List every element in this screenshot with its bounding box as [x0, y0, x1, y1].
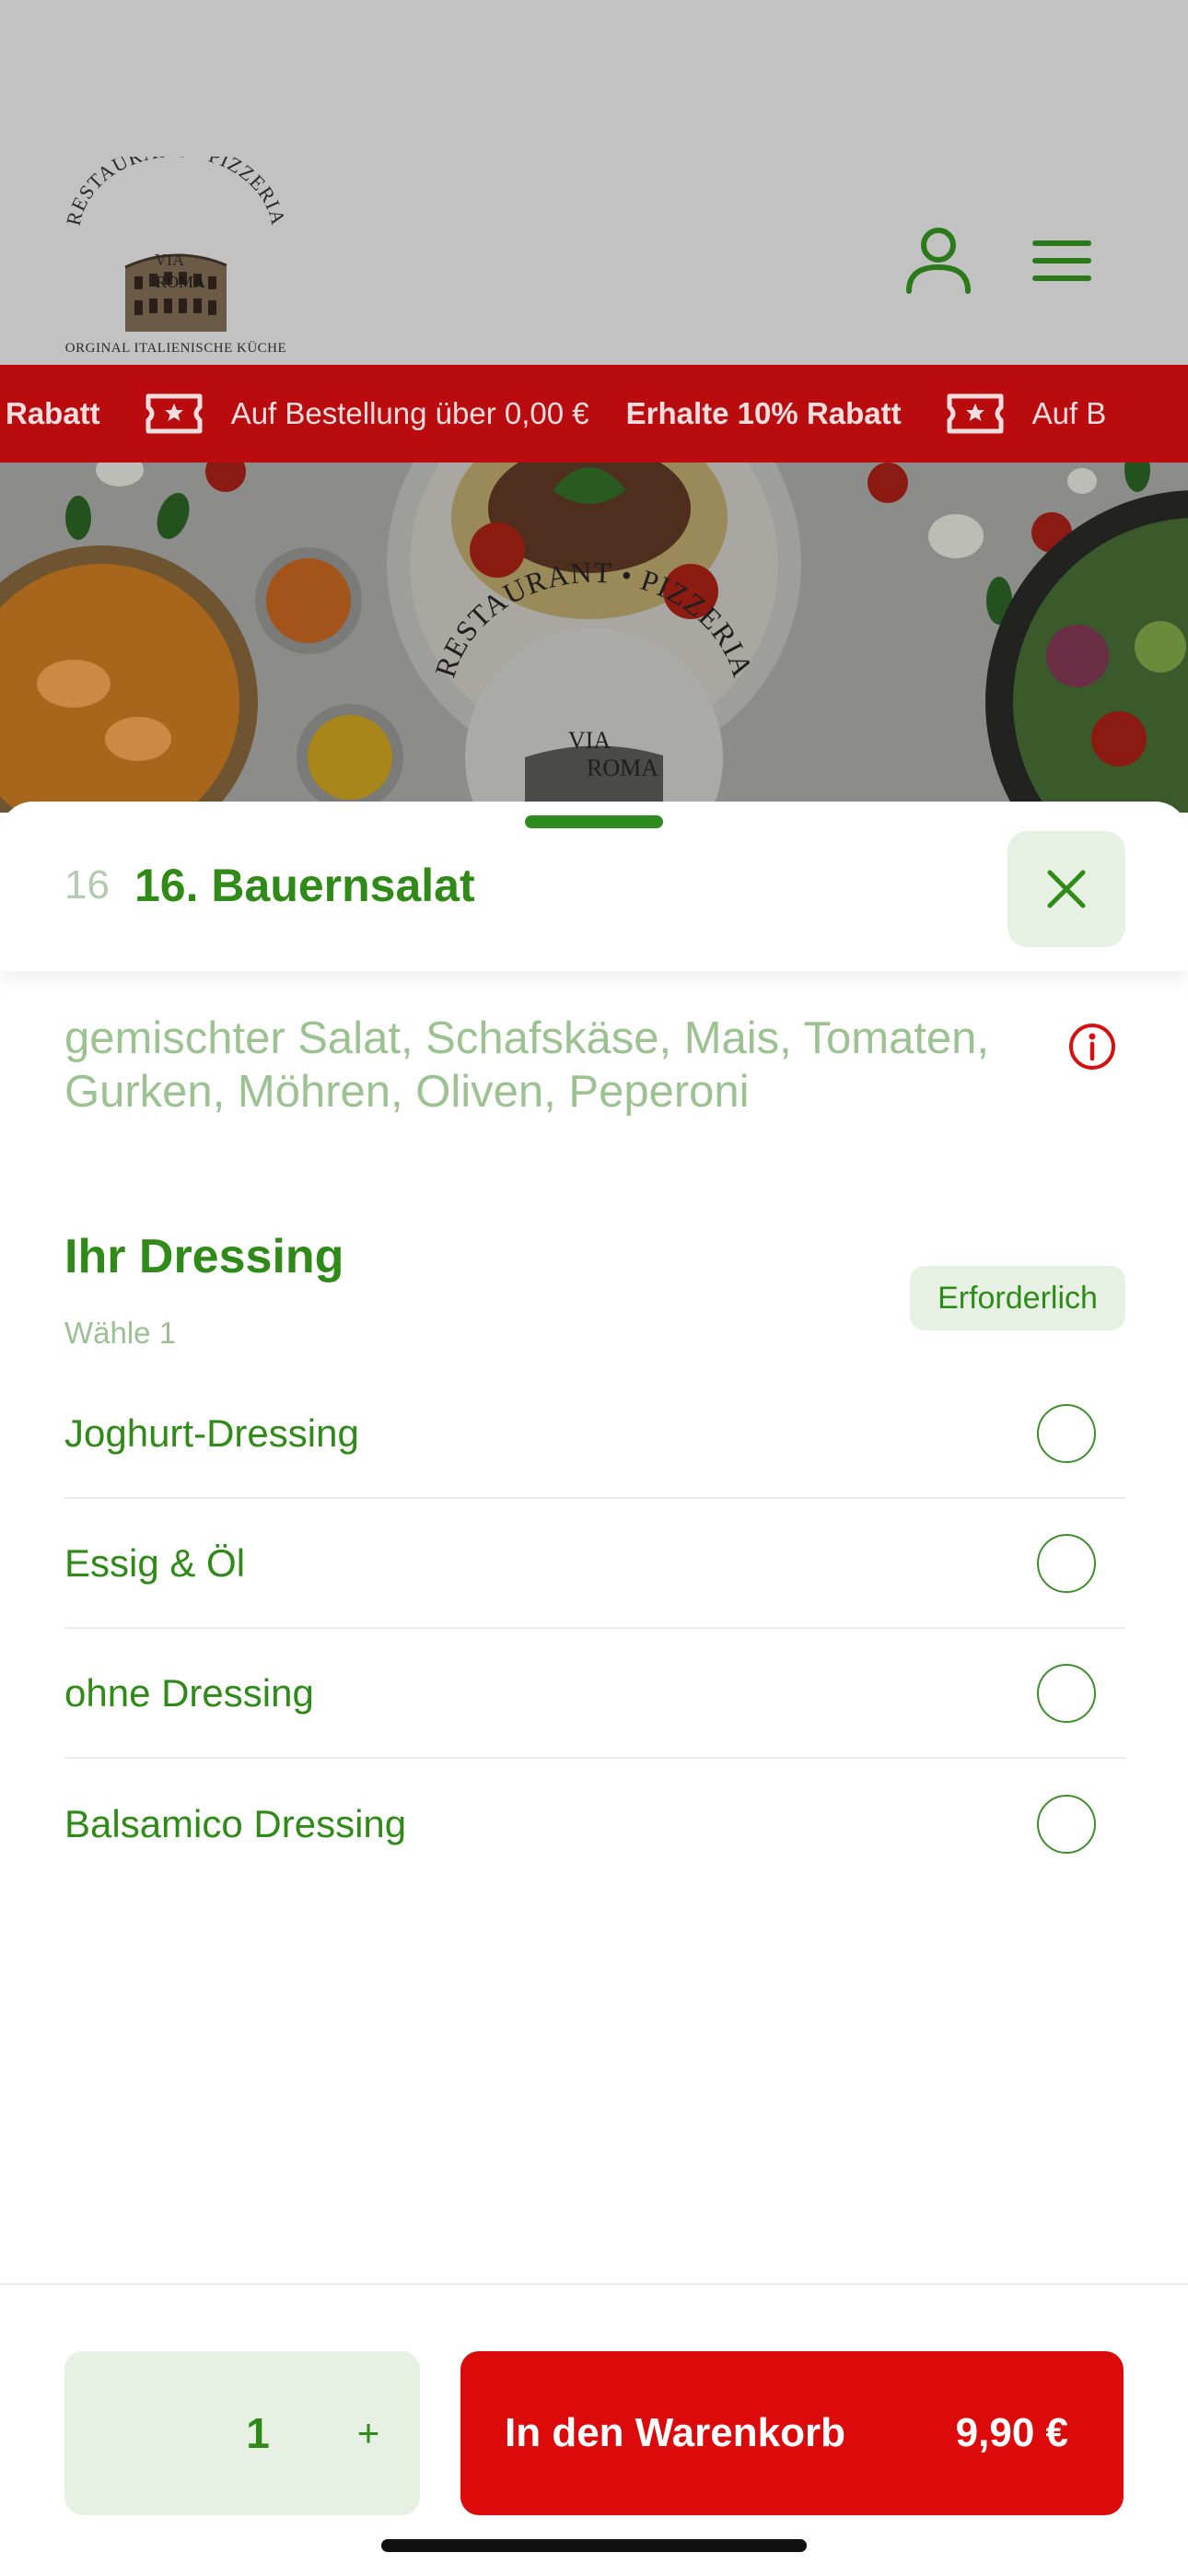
order-footer: 1 + In den Warenkorb 9,90 € — [0, 2283, 1188, 2576]
option-label: ohne Dressing — [64, 1670, 314, 1715]
logo-arc-text: RESTAURANT • PIZZERIA — [62, 138, 290, 228]
svg-text:RESTAURANT • PIZZERIA: RESTAURANT • PIZZERIA — [62, 157, 291, 228]
logo-subtitle: ORGINAL ITALIENISCHE KÜCHE — [64, 341, 287, 356]
quantity-increment-button[interactable]: + — [332, 2351, 405, 2515]
hero-food-illustration: RESTAURANT • PIZZERIA VIA ROMA — [0, 463, 1188, 813]
required-badge: Erforderlich — [910, 1266, 1125, 1330]
hero-name-line1: VIA — [568, 727, 611, 754]
option-joghurt-dressing[interactable]: Joghurt-Dressing — [64, 1369, 1125, 1499]
option-group-subtitle: Wähle 1 — [64, 1316, 177, 1350]
radio-button[interactable] — [1037, 1403, 1096, 1463]
app-header: RESTAURANT • PIZZERIA VIA ROMA ORGINAL I… — [0, 0, 1188, 365]
info-icon[interactable] — [1068, 1023, 1116, 1071]
hero-name-line2: ROMA — [587, 755, 658, 781]
sheet-header: 16 16. Bauernsalat — [0, 802, 1188, 971]
option-balsamico-dressing[interactable]: Balsamico Dressing — [64, 1759, 1125, 1889]
option-label: Essig & Öl — [64, 1540, 246, 1585]
quantity-stepper: 1 + — [64, 2351, 420, 2515]
ticker-track: Rabatt Auf Bestellung über 0,00 € Erhalt… — [0, 365, 1106, 463]
logo-name-line2: ROMA — [156, 273, 205, 291]
restaurant-logo[interactable]: RESTAURANT • PIZZERIA VIA ROMA ORGINAL I… — [61, 138, 291, 359]
logo-graphic: RESTAURANT • PIZZERIA VIA ROMA — [62, 138, 291, 332]
home-indicator[interactable] — [381, 2539, 807, 2552]
item-number: 16 — [64, 862, 110, 907]
sheet-grabber-handle[interactable] — [525, 815, 663, 828]
ticker-text: Auf B — [1031, 396, 1107, 430]
item-description: gemischter Salat, Schafskäse, Mais, Toma… — [64, 1013, 990, 1117]
ticket-icon — [146, 393, 203, 434]
add-to-cart-label: In den Warenkorb — [505, 2410, 845, 2455]
option-essig-oel[interactable]: Essig & Öl — [64, 1499, 1125, 1629]
option-group-title: Ihr Dressing — [64, 1230, 344, 1283]
ticker-bold-text: Erhalte 10% Rabatt — [625, 396, 902, 430]
dressing-options-list: Joghurt-Dressing Essig & Öl ohne Dressin… — [64, 1369, 1125, 1889]
option-label: Joghurt-Dressing — [64, 1411, 359, 1455]
radio-button[interactable] — [1037, 1663, 1096, 1723]
option-label: Balsamico Dressing — [64, 1801, 407, 1845]
logo-name-line1: VIA — [155, 251, 184, 269]
radio-button[interactable] — [1037, 1794, 1096, 1854]
hero-image: RESTAURANT • PIZZERIA VIA ROMA — [0, 463, 1188, 813]
promo-ticker: Rabatt Auf Bestellung über 0,00 € Erhalt… — [0, 365, 1188, 463]
ticker-text: Auf Bestellung über 0,00 € — [230, 396, 589, 430]
menu-icon[interactable] — [1031, 238, 1092, 284]
close-button[interactable] — [1007, 831, 1125, 947]
option-ohne-dressing[interactable]: ohne Dressing — [64, 1629, 1125, 1759]
quantity-value: 1 — [246, 2409, 270, 2457]
ticker-bold-text: Rabatt — [6, 396, 100, 430]
item-title: 16. Bauernsalat — [134, 860, 475, 911]
ticket-icon — [947, 393, 1004, 434]
add-to-cart-price: 9,90 € — [955, 2410, 1068, 2455]
close-icon — [1047, 870, 1086, 908]
add-to-cart-button[interactable]: In den Warenkorb 9,90 € — [460, 2351, 1124, 2515]
user-icon[interactable] — [904, 225, 973, 295]
radio-button[interactable] — [1037, 1533, 1096, 1593]
